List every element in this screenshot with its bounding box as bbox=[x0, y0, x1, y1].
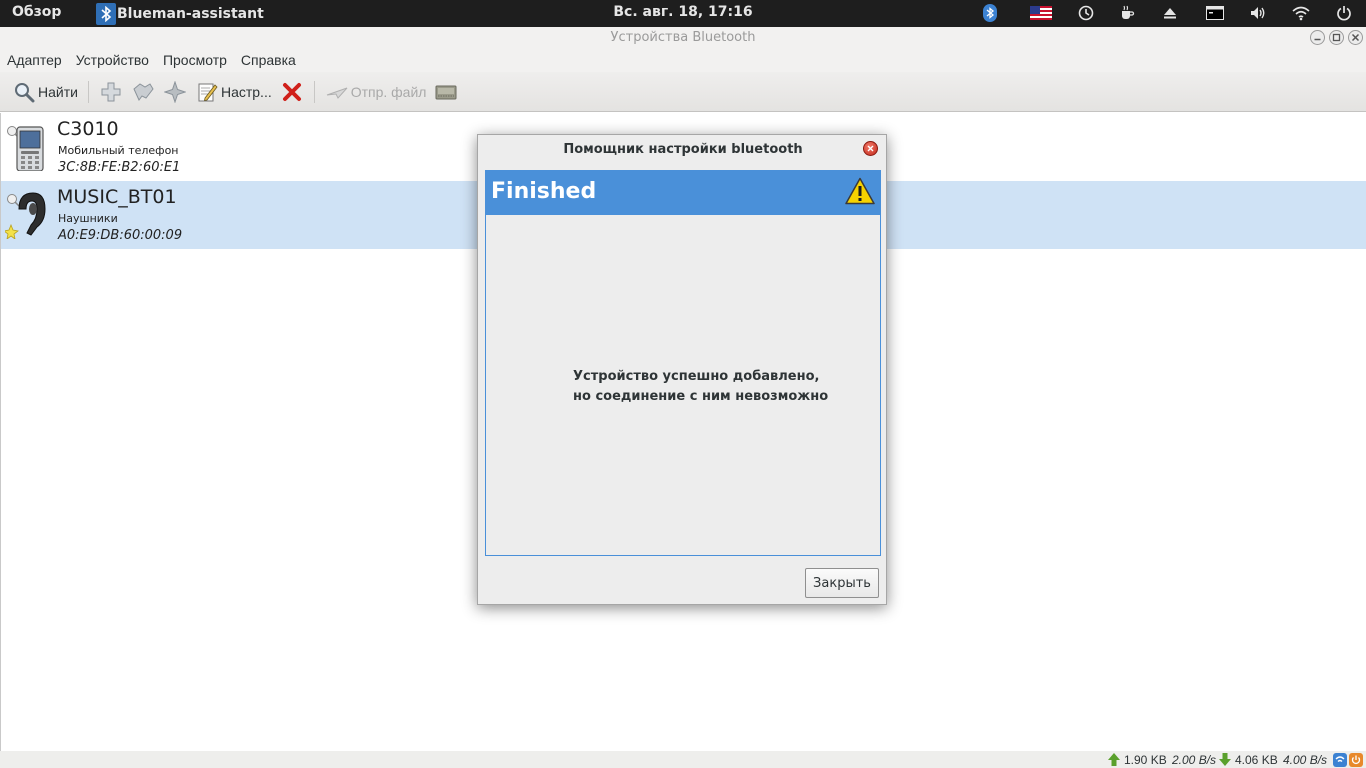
dialog-message-line2: но соединение с ним невозможно bbox=[573, 389, 829, 404]
device-address: 3C:8B:FE:B2:60:E1 bbox=[58, 160, 181, 175]
headset-icon bbox=[3, 187, 49, 240]
menu-view[interactable]: Просмотр bbox=[163, 52, 227, 68]
device-manager-button[interactable] bbox=[430, 76, 462, 108]
toolbar-separator bbox=[313, 80, 315, 103]
upload-rate: 2.00 B/s bbox=[1172, 752, 1217, 767]
menu-help[interactable]: Справка bbox=[241, 52, 296, 68]
handshake-icon bbox=[131, 80, 155, 104]
app-menu-label: Blueman-assistant bbox=[117, 5, 264, 22]
window-title: Устройства Bluetooth bbox=[610, 30, 756, 45]
eject-icon[interactable] bbox=[1160, 3, 1180, 23]
bond-device-button[interactable] bbox=[127, 76, 159, 108]
device-type: Наушники bbox=[58, 212, 118, 225]
plus-icon bbox=[99, 80, 123, 104]
download-total: 4.06 KB bbox=[1235, 752, 1278, 767]
upload-arrow-icon bbox=[1108, 752, 1120, 767]
maximize-button[interactable] bbox=[1329, 30, 1344, 45]
device-type: Мобильный телефон bbox=[58, 144, 179, 157]
volume-icon[interactable] bbox=[1248, 3, 1268, 23]
top-panel: Обзор Blueman-assistant Вс. авг. 18, 17:… bbox=[0, 0, 1366, 27]
hardware-device-icon bbox=[434, 80, 458, 104]
close-dialog-button[interactable]: Закрыть bbox=[805, 568, 879, 598]
menu-adapter[interactable]: Адаптер bbox=[7, 52, 62, 68]
upload-total: 1.90 KB bbox=[1124, 752, 1167, 767]
statusbar: 1.90 KB 2.00 B/s 4.06 KB 4.00 B/s bbox=[0, 751, 1366, 768]
toolbar-separator bbox=[87, 80, 89, 103]
trust-device-button[interactable] bbox=[159, 76, 191, 108]
send-file-button[interactable]: Отпр. файл bbox=[321, 76, 431, 108]
star-icon bbox=[163, 80, 187, 104]
coffee-cup-icon[interactable] bbox=[1117, 3, 1137, 23]
device-name: MUSIC_BT01 bbox=[57, 186, 177, 208]
dialog-message: Устройство успешно добавлено, но соедине… bbox=[573, 367, 828, 407]
device-name: C3010 bbox=[57, 118, 119, 140]
paper-plane-icon bbox=[325, 80, 349, 104]
device-address: A0:E9:DB:60:00:09 bbox=[58, 228, 183, 243]
dialog-body: Устройство успешно добавлено, но соедине… bbox=[485, 215, 881, 556]
bluetooth-icon[interactable] bbox=[980, 3, 1000, 23]
wifi-icon[interactable] bbox=[1291, 3, 1311, 23]
search-button[interactable]: Найти bbox=[8, 76, 82, 108]
dialog-close-button[interactable] bbox=[863, 141, 878, 156]
window-titlebar[interactable]: Устройства Bluetooth bbox=[0, 27, 1366, 48]
power-icon[interactable] bbox=[1334, 3, 1354, 23]
remove-device-button[interactable] bbox=[276, 76, 308, 108]
clock-icon[interactable] bbox=[1076, 3, 1096, 23]
close-button[interactable] bbox=[1348, 30, 1363, 45]
minimize-button[interactable] bbox=[1310, 30, 1325, 45]
menubar: Адаптер Устройство Просмотр Справка bbox=[0, 48, 1366, 72]
clock[interactable]: Вс. авг. 18, 17:16 bbox=[613, 4, 752, 20]
dialog-message-line1: Устройство успешно добавлено, bbox=[573, 369, 820, 384]
dialog-header: Finished bbox=[485, 170, 881, 215]
activities-button[interactable]: Обзор bbox=[12, 4, 61, 20]
notepad-pencil-icon bbox=[195, 80, 219, 104]
add-device-button[interactable] bbox=[95, 76, 127, 108]
setup-button-label: Настр... bbox=[220, 83, 272, 100]
send-file-button-label: Отпр. файл bbox=[350, 83, 427, 100]
power-status-icon[interactable] bbox=[1349, 752, 1363, 767]
warning-icon bbox=[845, 177, 875, 205]
menu-device[interactable]: Устройство bbox=[76, 52, 149, 68]
dialog-heading: Finished bbox=[491, 179, 597, 204]
dialog-title: Помощник настройки bluetooth bbox=[563, 142, 803, 157]
terminal-icon[interactable] bbox=[1205, 3, 1225, 23]
assistant-dialog: Помощник настройки bluetooth Finished Ус… bbox=[477, 134, 887, 605]
download-rate: 4.00 B/s bbox=[1283, 752, 1328, 767]
magnifier-icon bbox=[12, 80, 36, 104]
bluetooth-app-icon bbox=[96, 2, 116, 25]
setup-button[interactable]: Настр... bbox=[191, 76, 276, 108]
app-menu[interactable]: Blueman-assistant bbox=[96, 2, 264, 25]
adapter-status-icon[interactable] bbox=[1333, 752, 1347, 767]
keyboard-layout-flag-icon[interactable] bbox=[1029, 3, 1053, 23]
red-x-icon bbox=[280, 80, 304, 104]
download-arrow-icon bbox=[1219, 752, 1231, 767]
toolbar: Найти Настр... Отпр. файл bbox=[0, 72, 1366, 112]
mobile-phone-icon bbox=[5, 119, 49, 172]
search-button-label: Найти bbox=[38, 83, 78, 100]
